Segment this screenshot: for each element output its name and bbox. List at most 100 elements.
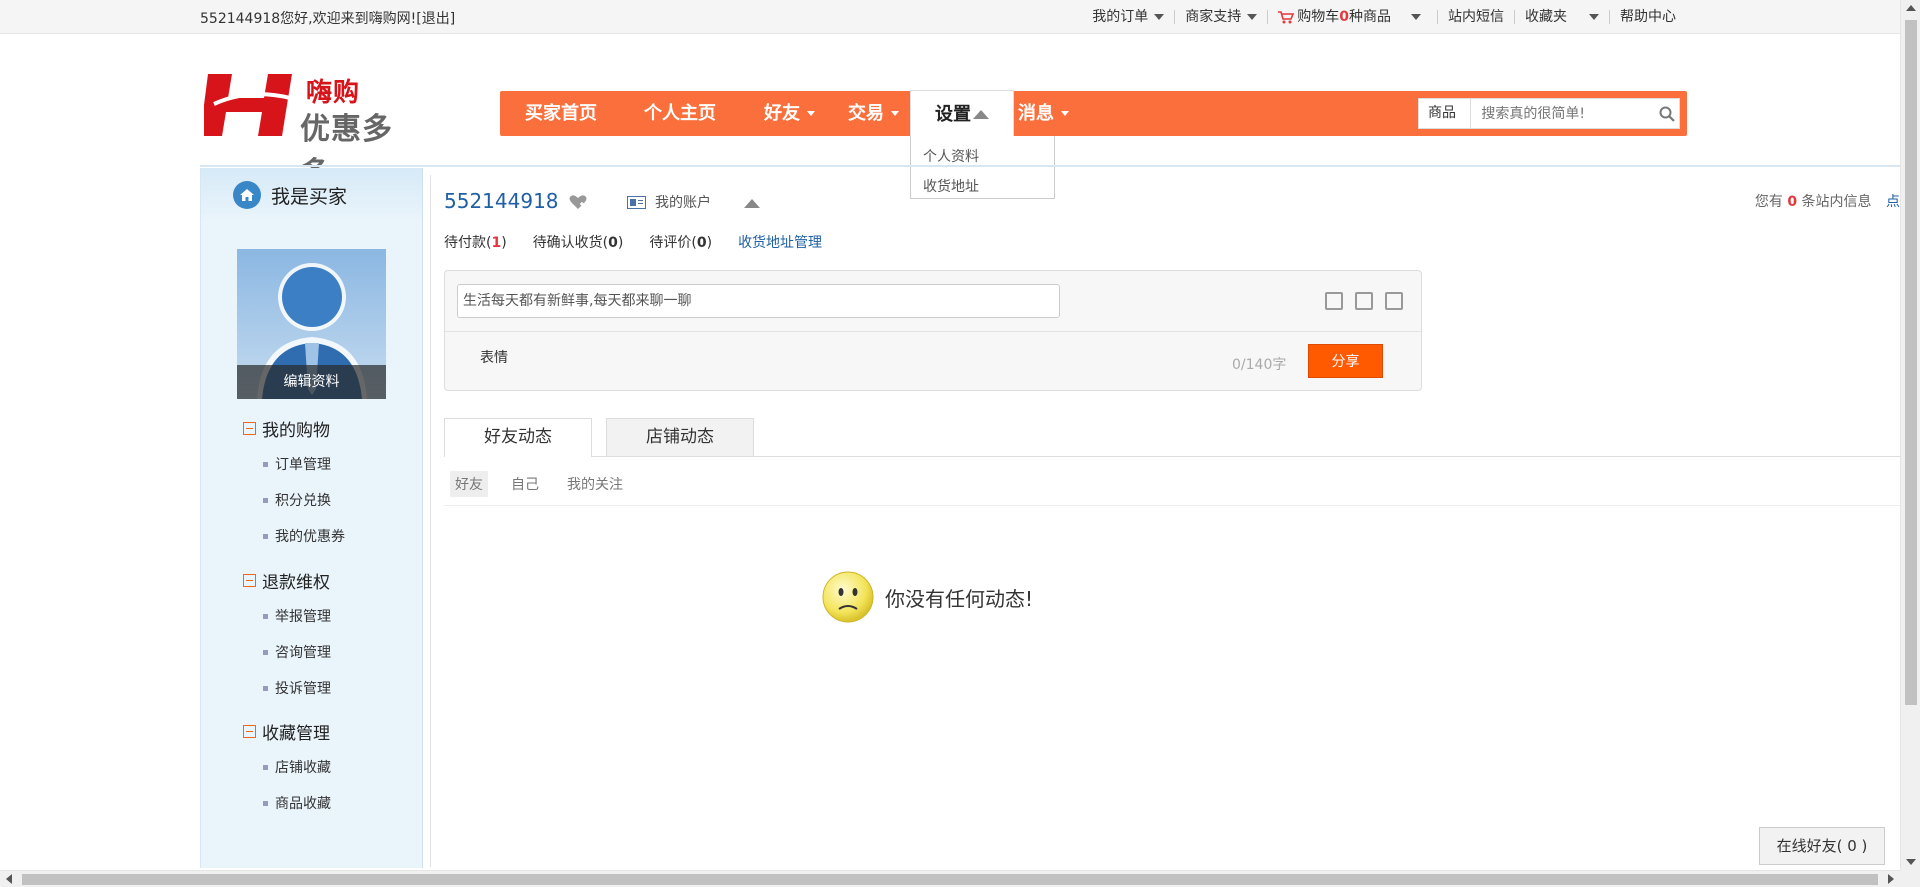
image-icon[interactable] xyxy=(1325,292,1343,310)
pending-payment-link[interactable]: 待付款(1) xyxy=(444,232,507,252)
search-button[interactable] xyxy=(1655,99,1679,128)
nav-friends[interactable]: 好友 xyxy=(764,91,815,136)
sidebar-item-points-exchange[interactable]: 积分兑换 xyxy=(243,482,345,518)
nav-trade[interactable]: 交易 xyxy=(848,91,899,136)
logout-link[interactable]: [退出] xyxy=(416,11,455,27)
composer-tools xyxy=(1313,292,1403,310)
nav-personal-home[interactable]: 个人主页 xyxy=(644,91,716,136)
horizontal-scrollbar[interactable] xyxy=(0,870,1900,887)
chevron-down-icon xyxy=(807,111,815,116)
help-center-link[interactable]: 帮助中心 xyxy=(1610,10,1686,24)
scroll-left-icon[interactable] xyxy=(6,874,12,884)
scroll-right-icon[interactable] xyxy=(1888,874,1894,884)
filter-following[interactable]: 我的关注 xyxy=(562,471,628,497)
site-logo[interactable]: 嗨购 优惠多多 xyxy=(204,68,419,191)
feed-filters: 好友 自己 我的关注 xyxy=(450,471,646,497)
pending-review-link[interactable]: 待评价(0) xyxy=(649,232,712,252)
scroll-up-icon[interactable] xyxy=(1906,5,1916,11)
sidebar-item-inquiry-management[interactable]: 咨询管理 xyxy=(243,634,331,670)
chevron-down-icon xyxy=(1154,14,1165,20)
filter-divider xyxy=(444,505,1901,506)
scrollbar-thumb[interactable] xyxy=(22,874,1878,885)
sidebar: 我是买家 编辑资料 我的购物 订单管理 积分兑换 我的优惠券 退款维权 举报管理… xyxy=(200,168,423,868)
favorites-menu[interactable]: 收藏夹 xyxy=(1515,10,1610,24)
pending-confirm-link[interactable]: 待确认收货(0) xyxy=(533,232,624,252)
header-divider xyxy=(200,165,1900,167)
filter-self[interactable]: 自己 xyxy=(506,471,544,497)
heart-icon[interactable] xyxy=(568,193,588,211)
collapse-icon xyxy=(243,724,256,738)
filter-friends[interactable]: 好友 xyxy=(450,471,488,497)
cart-icon xyxy=(1278,10,1295,23)
account-card-icon xyxy=(627,195,646,209)
share-button[interactable]: 分享 xyxy=(1308,344,1383,378)
collapse-icon xyxy=(243,573,256,587)
sad-face-icon xyxy=(822,571,874,623)
nav-settings[interactable]: 设置 xyxy=(910,90,1014,137)
address-management-link[interactable]: 收货地址管理 xyxy=(738,232,822,252)
sidebar-item-report-management[interactable]: 举报管理 xyxy=(243,598,331,634)
vertical-scrollbar[interactable] xyxy=(1900,0,1920,870)
messages-link[interactable]: 点 xyxy=(1886,194,1900,210)
chevron-down-icon xyxy=(1589,14,1599,20)
gift-icon[interactable] xyxy=(1355,292,1373,310)
site-messages-link[interactable]: 站内短信 xyxy=(1438,10,1515,24)
group-my-shopping: 我的购物 订单管理 积分兑换 我的优惠券 xyxy=(243,416,345,554)
search-box: 商品 xyxy=(1418,98,1680,129)
welcome-text: 552144918您好,欢迎来到嗨购网![退出] xyxy=(200,11,456,27)
save-icon[interactable] xyxy=(1385,292,1403,310)
cart-count: 0 xyxy=(1339,9,1349,25)
bullet-icon xyxy=(263,497,268,503)
sidebar-item-my-coupons[interactable]: 我的优惠券 xyxy=(243,518,345,554)
bullet-icon xyxy=(263,685,268,691)
group-title[interactable]: 我的购物 xyxy=(243,416,345,441)
bullet-icon xyxy=(263,461,268,467)
chevron-down-icon xyxy=(1061,111,1069,116)
cart-menu[interactable]: 购物车 0 种商品 xyxy=(1268,10,1438,24)
sidebar-item-shop-favorites[interactable]: 店铺收藏 xyxy=(243,749,331,785)
sidebar-item-order-management[interactable]: 订单管理 xyxy=(243,446,345,482)
avatar[interactable]: 编辑资料 xyxy=(237,249,386,399)
search-icon xyxy=(1659,106,1675,122)
username: 552144918 xyxy=(444,189,559,213)
tab-shop-updates[interactable]: 店铺动态 xyxy=(606,418,754,456)
sidebar-header: 我是买家 xyxy=(201,168,422,222)
post-composer: 生活每天都有新鲜事,每天都来聊一聊 表情 0/140字 分享 xyxy=(444,270,1422,391)
search-category-select[interactable]: 商品 xyxy=(1419,99,1472,128)
chevron-down-icon xyxy=(1411,14,1421,20)
search-input[interactable] xyxy=(1471,99,1656,128)
tab-friend-updates[interactable]: 好友动态 xyxy=(444,418,592,457)
group-title[interactable]: 退款维权 xyxy=(243,568,331,593)
chevron-down-icon xyxy=(1247,14,1258,20)
group-title[interactable]: 收藏管理 xyxy=(243,719,331,744)
feed-tabs: 好友动态 店铺动态 xyxy=(444,418,1901,457)
seller-support-menu[interactable]: 商家支持 xyxy=(1175,10,1269,24)
post-input[interactable]: 生活每天都有新鲜事,每天都来聊一聊 xyxy=(457,284,1060,318)
home-icon xyxy=(233,181,261,209)
sidebar-item-product-favorites[interactable]: 商品收藏 xyxy=(243,785,331,821)
group-favorites-management: 收藏管理 店铺收藏 商品收藏 xyxy=(243,719,331,821)
chevron-up-icon xyxy=(973,109,989,119)
nav-messages[interactable]: 消息 xyxy=(1018,91,1069,136)
bullet-icon xyxy=(263,764,268,770)
sidebar-item-complaint-management[interactable]: 投诉管理 xyxy=(243,670,331,706)
main-content: 552144918 我的账户 您有 0 条站内信息 点 待付款(1) 待确认收货… xyxy=(430,175,1901,867)
online-friends-button[interactable]: 在线好友( 0 ) xyxy=(1759,827,1885,865)
char-count: 0/140字 xyxy=(1232,357,1287,373)
emoji-button[interactable]: 表情 xyxy=(480,347,508,367)
chevron-up-icon[interactable] xyxy=(744,199,760,208)
scroll-down-icon[interactable] xyxy=(1906,859,1916,865)
my-orders-menu[interactable]: 我的订单 xyxy=(1082,10,1176,24)
dropdown-personal-info[interactable]: 个人资料 xyxy=(923,142,1042,172)
chevron-down-icon xyxy=(891,111,899,116)
top-links: 我的订单 商家支持 购物车 0 种商品 站内短信 收藏夹 帮助中心 xyxy=(1082,10,1686,24)
site-messages-count: 您有 0 条站内信息 点 xyxy=(1754,194,1900,210)
sidebar-title: 我是买家 xyxy=(271,185,348,208)
nav-buyer-home[interactable]: 买家首页 xyxy=(525,91,597,136)
group-refund-rights: 退款维权 举报管理 咨询管理 投诉管理 xyxy=(243,568,331,706)
my-account-link[interactable]: 我的账户 xyxy=(627,192,711,212)
edit-profile-button[interactable]: 编辑资料 xyxy=(237,365,386,399)
top-bar: 552144918您好,欢迎来到嗨购网![退出] 我的订单 商家支持 购物车 0 种… xyxy=(0,0,1900,34)
scrollbar-thumb[interactable] xyxy=(1905,20,1917,705)
bullet-icon xyxy=(263,533,268,539)
